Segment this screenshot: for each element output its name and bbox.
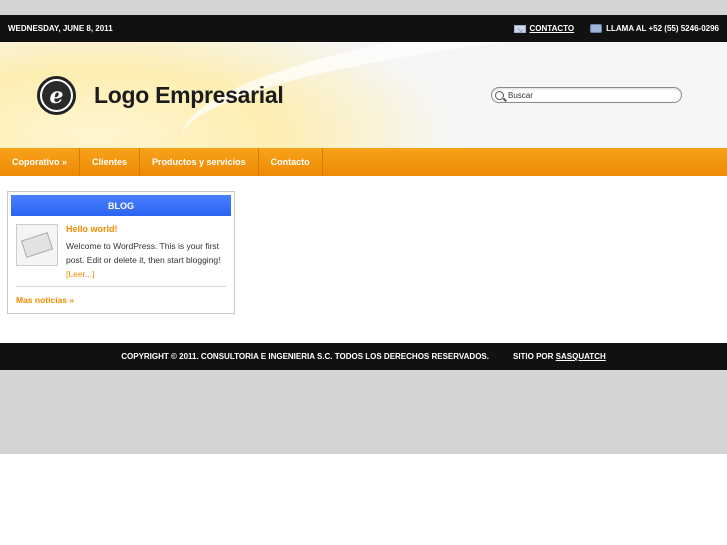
post-thumbnail[interactable] xyxy=(16,224,58,266)
site-by: SITIO POR SASQUATCH xyxy=(513,352,606,361)
post-excerpt: Welcome to WordPress. This is your first… xyxy=(66,241,221,265)
logo-text: Logo Empresarial xyxy=(94,82,284,108)
post-excerpt-container: Welcome to WordPress. This is your first… xyxy=(66,239,226,281)
mail-icon xyxy=(513,24,526,33)
bottom-spacer xyxy=(0,370,727,454)
site-header: e Logo Empresarial xyxy=(0,42,727,148)
site-by-label: SITIO POR xyxy=(512,352,554,361)
read-more-link[interactable]: [Leer...] xyxy=(66,269,94,279)
nav-item-clientes[interactable]: Clientes xyxy=(80,148,141,176)
blog-heading: BLOG xyxy=(11,195,231,216)
post-title-link[interactable]: Hello world! xyxy=(66,224,226,234)
nav-item-corporativo[interactable]: Coporativo » xyxy=(0,148,81,176)
top-spacer xyxy=(0,0,727,15)
contact-link-group[interactable]: CONTACTO xyxy=(513,24,575,33)
search-icon xyxy=(495,90,504,100)
blog-post: Hello world! Welcome to WordPress. This … xyxy=(11,216,231,281)
site-footer: COPYRIGHT © 2011. CONSULTORIA E INGENIER… xyxy=(0,343,727,370)
nav-item-contacto[interactable]: Contacto xyxy=(259,148,323,176)
phone-icon xyxy=(590,24,603,33)
date-label: WEDNESDAY, JUNE 8, 2011 xyxy=(8,24,113,33)
top-bar-links: CONTACTO LLAMA AL +52 (55) 5246-0296 xyxy=(513,24,719,33)
blog-widget: BLOG Hello world! Welcome to WordPress. … xyxy=(7,191,235,314)
newspaper-icon xyxy=(20,232,54,258)
search-box[interactable] xyxy=(491,87,682,103)
post-body: Hello world! Welcome to WordPress. This … xyxy=(66,224,226,281)
logo-mark-icon: e xyxy=(37,76,76,115)
main-content: BLOG Hello world! Welcome to WordPress. … xyxy=(0,176,727,343)
top-bar: WEDNESDAY, JUNE 8, 2011 CONTACTO LLAMA A… xyxy=(0,15,727,42)
site-logo[interactable]: e Logo Empresarial xyxy=(37,76,284,115)
search-input[interactable] xyxy=(508,90,668,100)
nav-item-productos[interactable]: Productos y servicios xyxy=(140,148,259,176)
contact-link[interactable]: CONTACTO xyxy=(530,24,575,33)
phone-group: LLAMA AL +52 (55) 5246-0296 xyxy=(590,24,719,33)
logo-letter: e xyxy=(42,81,71,110)
phone-text: LLAMA AL +52 (55) 5246-0296 xyxy=(606,24,719,33)
more-news-link[interactable]: Mas noticias » xyxy=(11,287,231,305)
copyright-text: COPYRIGHT © 2011. CONSULTORIA E INGENIER… xyxy=(121,352,489,361)
main-nav: Coporativo » Clientes Productos y servic… xyxy=(0,148,727,176)
site-by-link[interactable]: SASQUATCH xyxy=(556,352,606,361)
